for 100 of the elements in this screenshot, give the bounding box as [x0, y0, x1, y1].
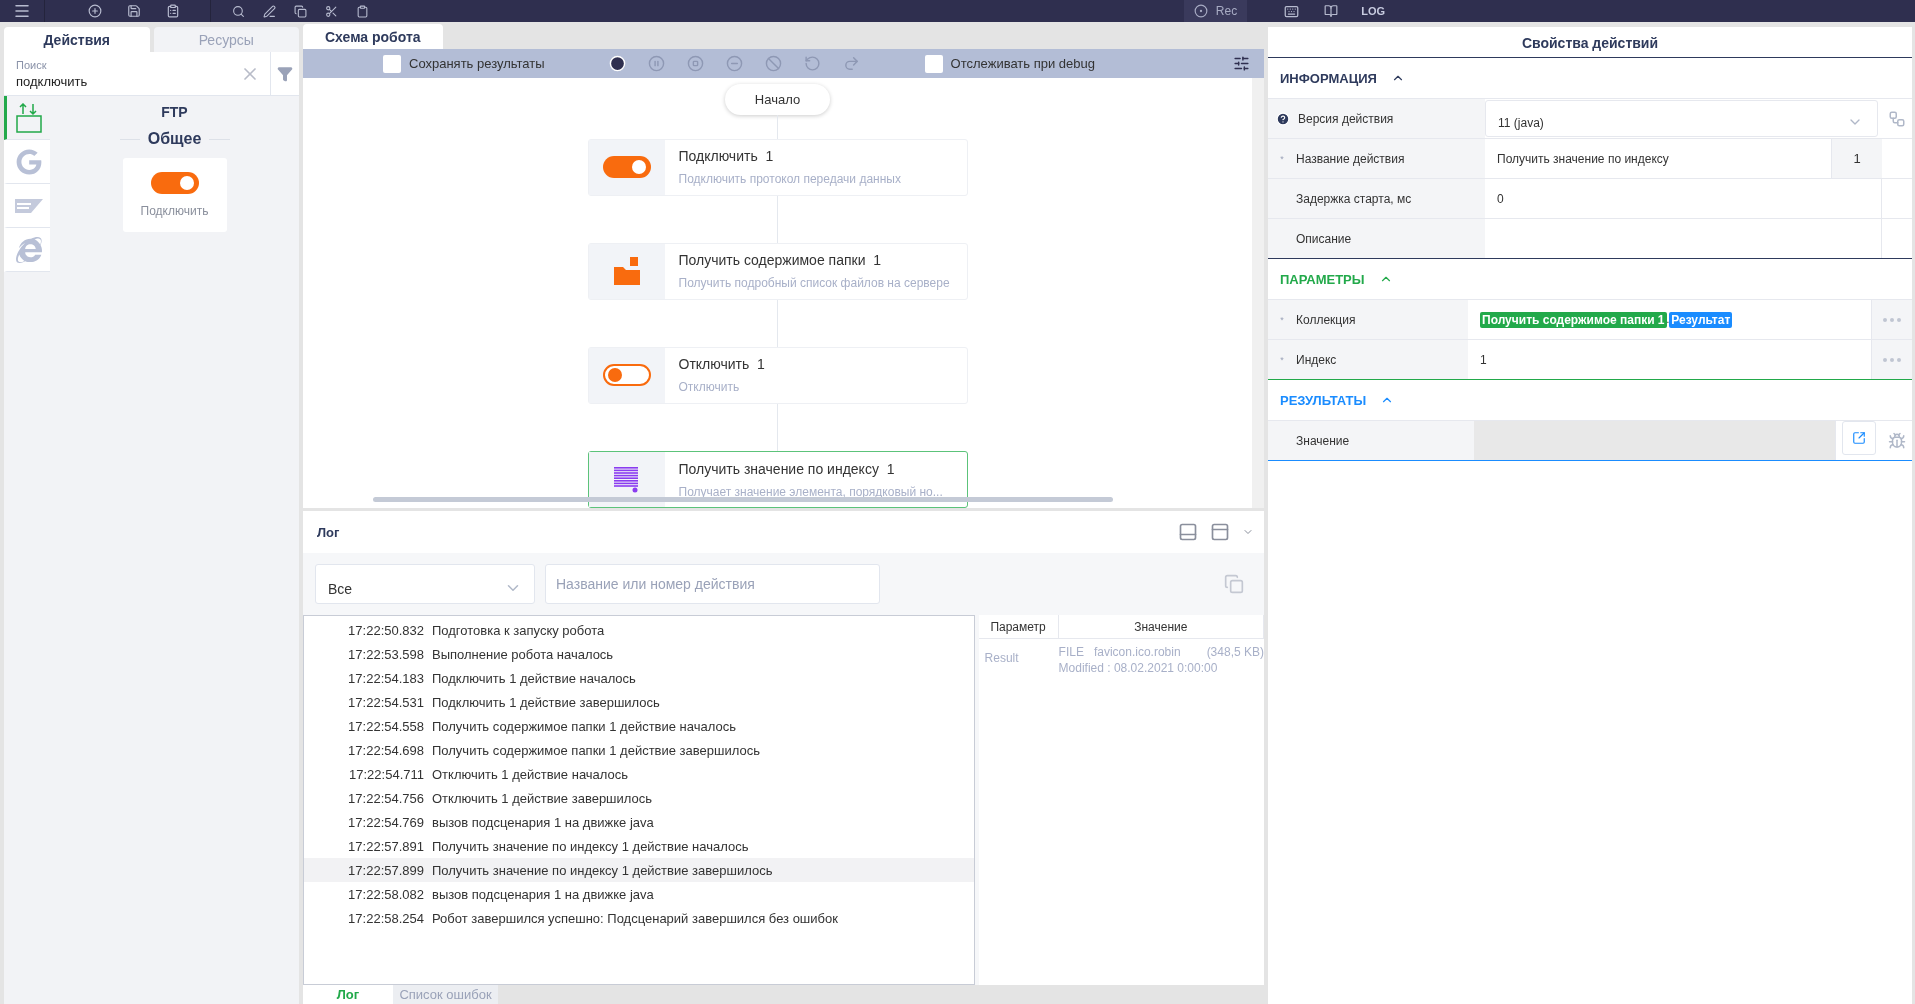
- log-time: 17:22:50.832: [347, 622, 424, 638]
- redo-icon[interactable]: [843, 55, 861, 72]
- log-time: 17:22:54.711: [348, 766, 424, 782]
- help-icon[interactable]: [1276, 111, 1290, 126]
- action-search-field[interactable]: Название или номер действия: [545, 564, 880, 604]
- variable-token: Результат: [1669, 311, 1733, 328]
- more-button[interactable]: [1872, 340, 1912, 379]
- panel-tab[interactable]: Действия: [4, 27, 150, 52]
- bug-icon[interactable]: [1888, 431, 1906, 450]
- action-node[interactable]: Отключить 1 Отключить: [587, 346, 968, 404]
- log-time: 17:22:58.082: [347, 886, 424, 902]
- log-title: Лог: [317, 524, 341, 540]
- cancel-icon[interactable]: [765, 55, 783, 72]
- log-message: Отключить 1 действие завершилось: [432, 790, 653, 806]
- version-select[interactable]: 11 (java): [1485, 100, 1878, 137]
- log-time: 17:22:57.891: [347, 838, 424, 854]
- action-node[interactable]: Подключить 1 Подключить протокол передачи данных: [587, 138, 968, 196]
- property-label: Коллекция: [1296, 312, 1356, 327]
- required-marker: *: [1279, 314, 1285, 325]
- flow-icon[interactable]: [1888, 109, 1906, 128]
- list-icon: [613, 466, 640, 493]
- node-description: Получает значение элемента, порядковый но...: [678, 484, 944, 499]
- log-message: вызов подсценария 1 на движке java: [432, 886, 654, 902]
- file-size: (348,5 KB): [1206, 645, 1264, 659]
- folder-icon: [613, 257, 640, 286]
- panel-bottom-icon[interactable]: [1178, 522, 1198, 542]
- category-tab[interactable]: [4, 184, 50, 228]
- folder-transfer-icon: [15, 102, 42, 133]
- property-label: Индекс: [1296, 352, 1337, 367]
- log-message: вызов подсценария 1 на движке java: [432, 814, 654, 830]
- log-message: Подключить 1 действие завершилось: [432, 694, 660, 710]
- browser-icon: [15, 236, 42, 263]
- log-time: 17:22:54.531: [347, 694, 424, 710]
- log-time: 17:22:57.899: [347, 862, 424, 878]
- file-name: favicon.ico.robin: [1093, 645, 1181, 659]
- log-time: 17:22:58.254: [347, 910, 424, 926]
- log-time: 17:22:53.598: [347, 646, 424, 662]
- pause-icon[interactable]: [648, 55, 666, 72]
- save-results-checkbox[interactable]: Сохранять результаты: [383, 54, 545, 73]
- property-label: Задержка старта, мс: [1296, 191, 1412, 206]
- file-type: FILE: [1058, 645, 1084, 659]
- scrollbar[interactable]: [1252, 78, 1264, 508]
- debug-checkbox[interactable]: Отслеживать при debug: [924, 54, 1095, 73]
- property-label: Описание: [1296, 231, 1352, 246]
- search-label: Поиск: [16, 58, 48, 71]
- play-icon[interactable]: [609, 55, 627, 72]
- log-message: Робот завершился успешно: Подсценарий завершился без ошибок: [432, 910, 838, 926]
- schema-tab[interactable]: Схема робота: [303, 24, 443, 49]
- export-button[interactable]: [1842, 421, 1876, 455]
- property-label: Версия действия: [1298, 111, 1394, 126]
- settings-icon[interactable]: [1233, 55, 1250, 72]
- export-icon: [1852, 431, 1866, 445]
- file-modified: Modified : 08.02.2021 0:00:00: [1058, 661, 1219, 675]
- table-cell-text: Result: [983, 650, 1020, 667]
- action-node[interactable]: Получить содержимое папки 1 Получить подробный список файлов на сервере: [587, 242, 968, 300]
- required-marker: *: [1279, 153, 1285, 164]
- level-select[interactable]: Все: [315, 564, 535, 604]
- category-title: FTP: [161, 104, 188, 120]
- node-title: Отключить 1: [678, 356, 766, 373]
- log-button[interactable]: LOG: [1351, 0, 1395, 22]
- log-message: Выполнение робота началось: [432, 646, 614, 662]
- log-time: 17:22:54.698: [347, 742, 424, 758]
- record-button[interactable]: Rec: [1183, 0, 1248, 22]
- start-node: Начало: [724, 84, 831, 115]
- filter-icon: [277, 65, 293, 82]
- node-description: Отключить: [678, 380, 741, 395]
- toggle-on-icon: [602, 156, 651, 179]
- group-title: Общее: [147, 130, 202, 148]
- log-message: Получить значение по индексу 1 действие завершилось: [432, 862, 773, 878]
- toggle-on-icon: [150, 172, 199, 194]
- minus-icon[interactable]: [726, 55, 744, 72]
- record-icon: [1193, 4, 1208, 18]
- node-title: Получить содержимое папки 1: [678, 252, 883, 269]
- scrollbar[interactable]: [373, 497, 1113, 502]
- section-title[interactable]: ИНФОРМАЦИЯ: [1280, 70, 1377, 86]
- panel-top-icon[interactable]: [1210, 522, 1230, 542]
- panel-title: Свойства действий: [1268, 29, 1912, 58]
- property-label: Название действия: [1296, 151, 1405, 166]
- node-title: Получить значение по индексу 1: [678, 460, 896, 477]
- more-button[interactable]: [1872, 300, 1912, 339]
- token-separator: .: [1666, 314, 1670, 325]
- undo-icon[interactable]: [804, 55, 822, 72]
- log-time: 17:22:54.558: [347, 718, 424, 734]
- search-input[interactable]: подключить: [16, 73, 240, 89]
- log-message: Подготовка к запуску робота: [432, 622, 605, 638]
- stop-icon[interactable]: [687, 55, 705, 72]
- log-message: Получить содержимое папки 1 действие началось: [432, 718, 736, 734]
- node-description: Получить подробный список файлов на сервере: [678, 276, 951, 291]
- toggle-off-icon: [602, 364, 651, 387]
- category-tab[interactable]: [4, 96, 50, 140]
- column-header: Параметр: [978, 615, 1059, 638]
- property-label: Значение: [1296, 433, 1350, 448]
- required-marker: *: [1279, 354, 1285, 365]
- log-message: Получить значение по индексу 1 действие началось: [432, 838, 749, 854]
- variable-token: Получить содержимое папки 1: [1480, 311, 1667, 328]
- node-title: Подключить 1: [678, 148, 775, 165]
- log-message: Подключить 1 действие началось: [432, 670, 636, 686]
- logo-icon: [14, 198, 43, 213]
- category-tab[interactable]: [4, 140, 50, 184]
- category-tab[interactable]: [4, 228, 50, 272]
